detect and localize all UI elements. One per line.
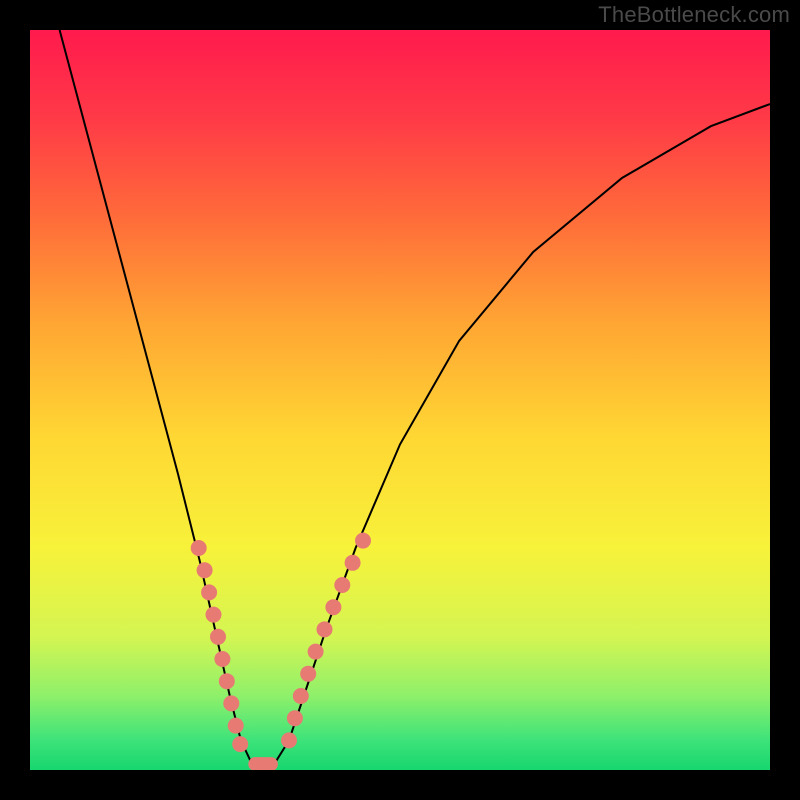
data-marker xyxy=(197,562,213,578)
data-marker xyxy=(287,710,303,726)
watermark-text: TheBottleneck.com xyxy=(598,2,790,28)
data-marker xyxy=(345,555,361,571)
chart-frame: TheBottleneck.com xyxy=(0,0,800,800)
data-marker xyxy=(281,732,297,748)
data-marker xyxy=(206,607,222,623)
data-marker xyxy=(293,688,309,704)
chart-svg xyxy=(30,30,770,770)
data-marker xyxy=(228,718,244,734)
data-marker xyxy=(232,736,248,752)
data-marker xyxy=(201,584,217,600)
gradient-rect xyxy=(30,30,770,770)
data-marker xyxy=(308,644,324,660)
vertex-bar xyxy=(248,757,278,770)
data-marker xyxy=(334,577,350,593)
data-marker xyxy=(214,651,230,667)
data-marker xyxy=(355,533,371,549)
data-marker xyxy=(210,629,226,645)
data-marker xyxy=(223,695,239,711)
data-marker xyxy=(317,621,333,637)
data-marker xyxy=(325,599,341,615)
data-marker xyxy=(191,540,207,556)
data-marker xyxy=(300,666,316,682)
plot-area xyxy=(30,30,770,770)
markers-vertex xyxy=(248,757,278,770)
data-marker xyxy=(219,673,235,689)
